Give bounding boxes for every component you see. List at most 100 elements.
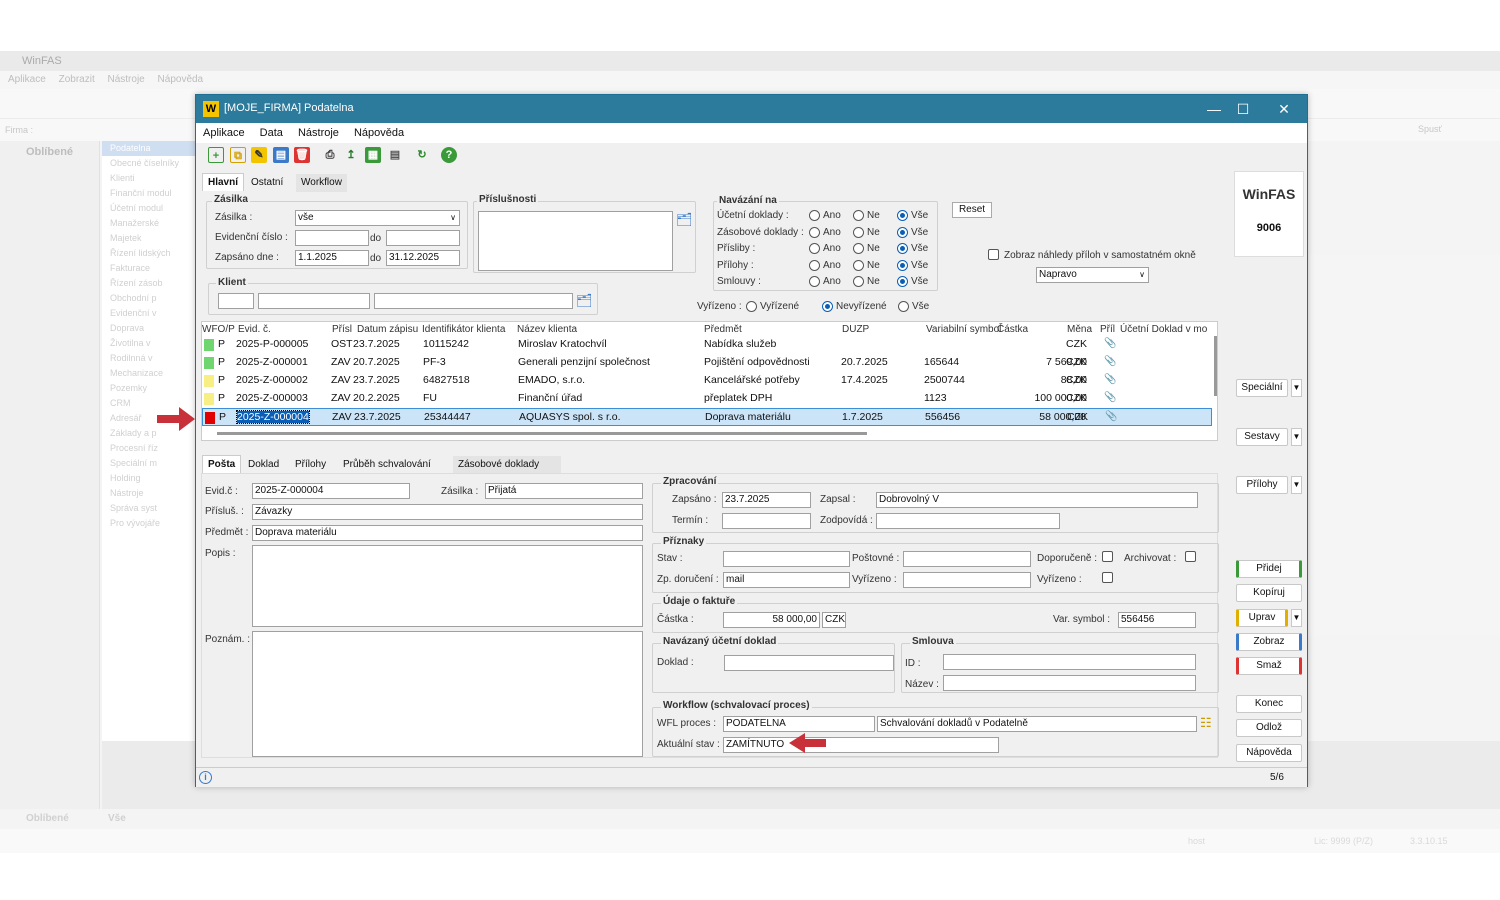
folder-open-icon[interactable]: 🗂 [676,212,693,228]
bg-tree-item[interactable]: Finanční modul [102,186,202,201]
evid-to-input[interactable] [386,230,460,246]
help-icon[interactable]: ? [441,147,457,163]
menu-data[interactable]: Data [255,123,288,143]
navazani-vse-radio[interactable] [897,243,908,254]
close-icon[interactable]: ✕ [1261,95,1307,123]
klient-code-input[interactable] [218,293,254,309]
popis-field[interactable] [252,545,643,627]
pridej-button[interactable]: Přidej [1236,560,1302,578]
bg-tree-item[interactable]: Rodilnná v [102,351,202,366]
bg-tree-item[interactable]: Životilna v [102,336,202,351]
grid-column-header[interactable]: Název klienta [517,324,577,335]
grid-horizontal-scrollbar[interactable] [217,432,867,435]
grid-column-header[interactable]: Předmět [704,324,742,335]
window-titlebar[interactable]: W [MOJE_FIRMA] Podatelna — ☐ ✕ [196,95,1307,123]
grid-column-header[interactable]: Evid. č. [238,324,271,335]
bg-menu-item[interactable]: Aplikace [8,74,46,85]
info-icon[interactable]: i [199,771,212,784]
podatelna-grid[interactable]: WFO/P Evid. č. Přísl Datum zápisu Identifiká… [201,321,1218,441]
navazani-ne-radio[interactable] [853,276,864,287]
table-row[interactable]: P 2025-Z-000002 ZAV 23.7.2025 64827518 EMADO,… [202,372,1212,390]
excel-icon[interactable]: ▦ [365,147,381,163]
bg-spust-button[interactable]: Spusť [1418,124,1442,134]
smaz-button[interactable]: Smaž [1236,657,1302,675]
export-icon[interactable]: ↥ [343,147,359,163]
vyrizene-radio[interactable] [746,301,757,312]
navazani-ano-radio[interactable] [809,226,820,238]
paperclip-icon[interactable]: 📎 [1104,356,1116,367]
bg-tree-item[interactable]: Správa syst [102,501,202,516]
refresh-icon[interactable]: ↻ [414,147,430,163]
smlouva-id-field[interactable] [943,654,1196,670]
navazani-ano-radio[interactable] [809,276,820,287]
navazani-ne-radio[interactable] [853,259,864,271]
grid-column-header[interactable]: DUZP [842,324,869,335]
vse-radio[interactable] [898,301,909,312]
navazani-ano-radio[interactable] [809,210,820,221]
bg-tree-item[interactable]: Pro vývojáře [102,516,202,531]
bg-tree-item[interactable]: Pozemky [102,381,202,396]
tab-zasobove-doklady[interactable]: Zásobové doklady [453,456,561,474]
bg-tree-item[interactable]: Účetní modul [102,201,202,216]
prilohy-dropdown-icon[interactable]: ▼ [1291,476,1302,494]
date-from-input[interactable]: 1.1.2025 [295,250,369,266]
doklad-field[interactable] [724,655,894,671]
nevyrizene-radio[interactable] [822,301,833,312]
navazani-ano-radio[interactable] [809,259,820,271]
bg-menu-item[interactable]: Zobrazit [59,74,95,85]
grid-column-header[interactable]: Příl [1100,324,1115,335]
edit-icon[interactable]: ✎ [251,147,267,163]
menu-aplikace[interactable]: Aplikace [198,123,250,143]
navazani-ne-radio[interactable] [853,226,864,238]
bg-tree-item[interactable]: Holding [102,471,202,486]
table-row[interactable]: P 2025-Z-000003 ZAV 20.2.2025 FU Finanční úřa… [202,390,1212,408]
bg-tree-item[interactable]: Řízení lidských [102,246,202,261]
tab-ostatni[interactable]: Ostatní [246,174,288,192]
menu-nastroje[interactable]: Nástroje [293,123,344,143]
klient-ident-input[interactable] [258,293,370,309]
var-symbol-field[interactable]: 556456 [1118,612,1196,628]
poznamka-field[interactable] [252,631,643,757]
bg-menu-item[interactable]: Nápověda [158,74,204,85]
copy-icon[interactable]: ⧉ [230,147,246,163]
tab-workflow[interactable]: Workflow [296,174,347,192]
bg-tree-item[interactable]: Doprava [102,321,202,336]
bg-tree-item[interactable]: Manažerské [102,216,202,231]
bg-menu-item[interactable]: Nástroje [108,74,145,85]
napoveda-button[interactable]: Nápověda [1236,744,1302,762]
bg-tree-item[interactable]: Podatelna [102,141,202,156]
grid-vertical-scrollbar[interactable] [1214,336,1217,396]
zapsano-field[interactable]: 23.7.2025 [722,492,811,508]
grid-column-header[interactable]: Datum zápisu [357,324,418,335]
bg-tree-item[interactable]: Nástroje [102,486,202,501]
mena-field[interactable]: CZK [822,612,846,628]
zapsal-field[interactable]: Dobrovolný V [876,492,1198,508]
zasilka-select[interactable]: vše ∨ [295,210,460,226]
tab-doklad[interactable]: Doklad [243,456,284,474]
archivovat-checkbox[interactable] [1185,551,1196,562]
navazani-vse-radio[interactable] [897,226,908,238]
navazani-vse-radio[interactable] [897,259,908,271]
castka-field[interactable]: 58 000,00 [723,612,820,628]
paperclip-icon[interactable]: 📎 [1105,411,1117,422]
tab-prubeh-schvalovani[interactable]: Průběh schvalování [338,456,436,474]
paperclip-icon[interactable]: 📎 [1104,338,1116,349]
date-to-input[interactable]: 31.12.2025 [386,250,460,266]
workflow-diagram-icon[interactable]: ☷ [1200,715,1212,731]
kopiruj-button[interactable]: Kopíruj [1236,584,1302,602]
paperclip-icon[interactable]: 📎 [1104,392,1116,403]
odloz-button[interactable]: Odlož [1236,719,1302,737]
bg-tree-item[interactable]: Speciální m [102,456,202,471]
navazani-ne-radio[interactable] [853,210,864,221]
evid-from-input[interactable] [295,230,369,246]
stav-field[interactable] [723,551,850,567]
prislusnosti-list[interactable] [478,211,673,271]
bg-tree-item[interactable]: Mechanizace [102,366,202,381]
zodpovida-field[interactable] [876,513,1060,529]
wfl-description-field[interactable]: Schvalování dokladů v Podatelně [877,716,1197,732]
reset-button[interactable]: Reset [952,202,992,218]
menu-napoveda[interactable]: Nápověda [349,123,409,143]
navazani-ne-radio[interactable] [853,243,864,254]
add-icon[interactable]: + [208,147,224,163]
paperclip-icon[interactable]: 📎 [1104,374,1116,385]
